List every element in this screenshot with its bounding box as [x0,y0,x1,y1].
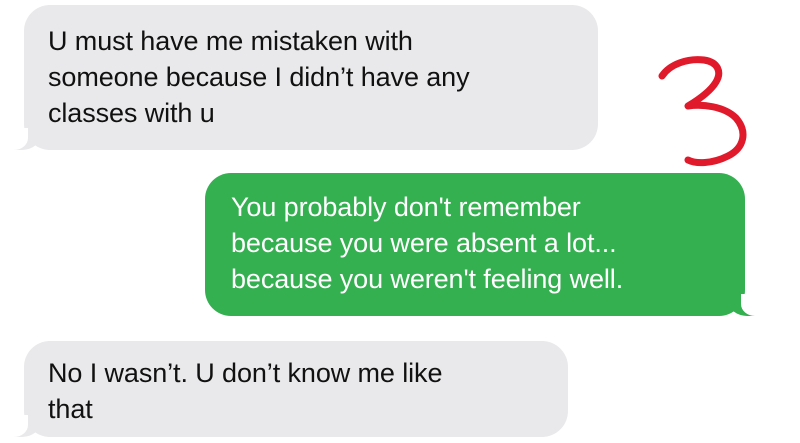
message-thread: U must have me mistaken with someone bec… [0,0,800,443]
message-line: You probably don't remember [231,192,581,222]
bubble-tail [8,128,40,150]
annotation-stroke [658,56,747,167]
message-line: U must have me mistaken with [48,26,413,56]
message-line: because you were absent a lot... [231,228,617,258]
message-line: someone because I didn’t have any [48,62,470,92]
bubble-tail [8,415,40,437]
handwritten-number-annotation [658,56,747,167]
message-line: classes with u [48,98,215,128]
message-line: because you weren't feeling well. [231,264,624,294]
message-line: No I wasn’t. U don’t know me like [48,358,443,388]
incoming-message-bubble[interactable]: No I wasn’t. U don’t know me like that [8,341,568,437]
bubble-tail [729,294,761,316]
outgoing-message-bubble[interactable]: You probably don't remember because you … [205,173,761,316]
incoming-message-bubble[interactable]: U must have me mistaken with someone bec… [8,5,598,150]
message-line: that [48,394,93,424]
